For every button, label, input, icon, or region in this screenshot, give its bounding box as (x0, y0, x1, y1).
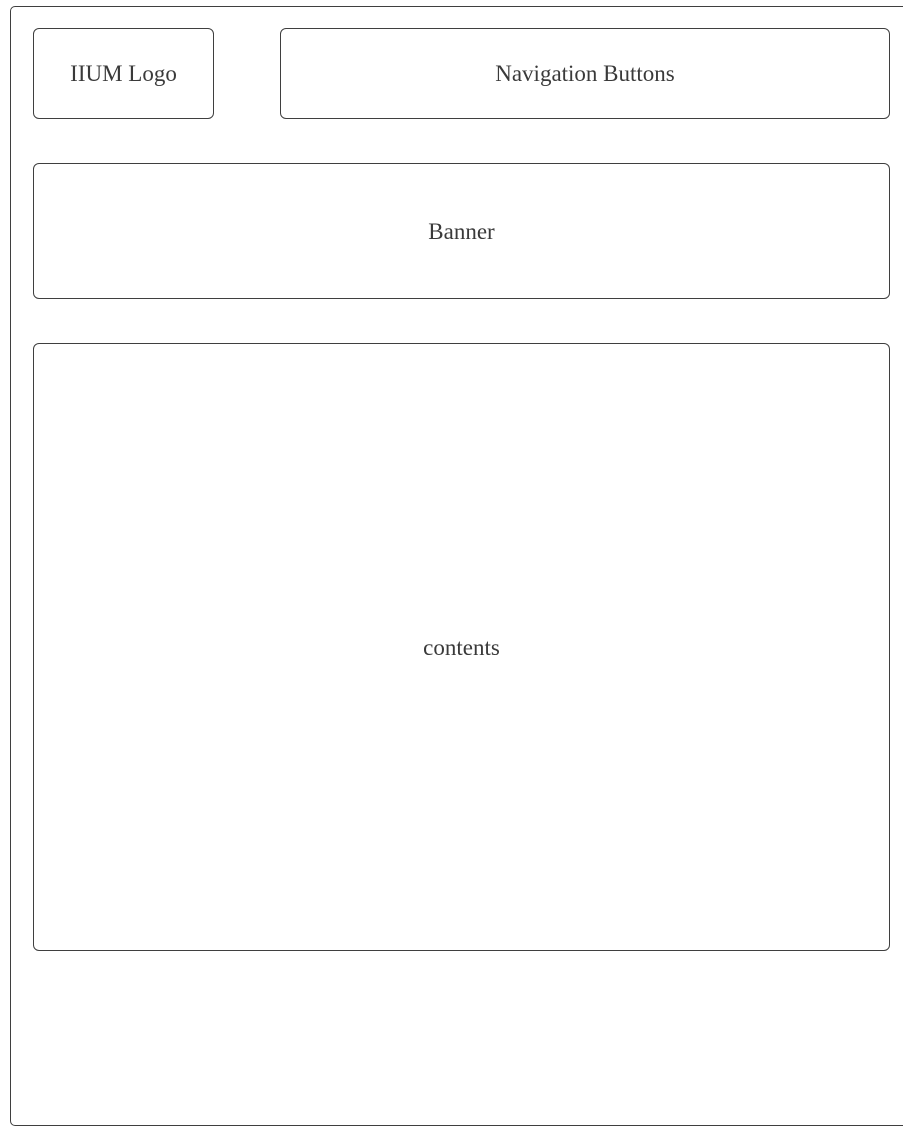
navigation-buttons-placeholder: Navigation Buttons (280, 28, 890, 119)
contents-label: contents (423, 634, 500, 660)
logo-label: IIUM Logo (70, 61, 177, 86)
navigation-label: Navigation Buttons (495, 61, 675, 86)
banner-placeholder: Banner (33, 163, 890, 299)
logo-placeholder: IIUM Logo (33, 28, 214, 119)
contents-placeholder: contents (33, 343, 890, 951)
banner-label: Banner (428, 218, 495, 244)
